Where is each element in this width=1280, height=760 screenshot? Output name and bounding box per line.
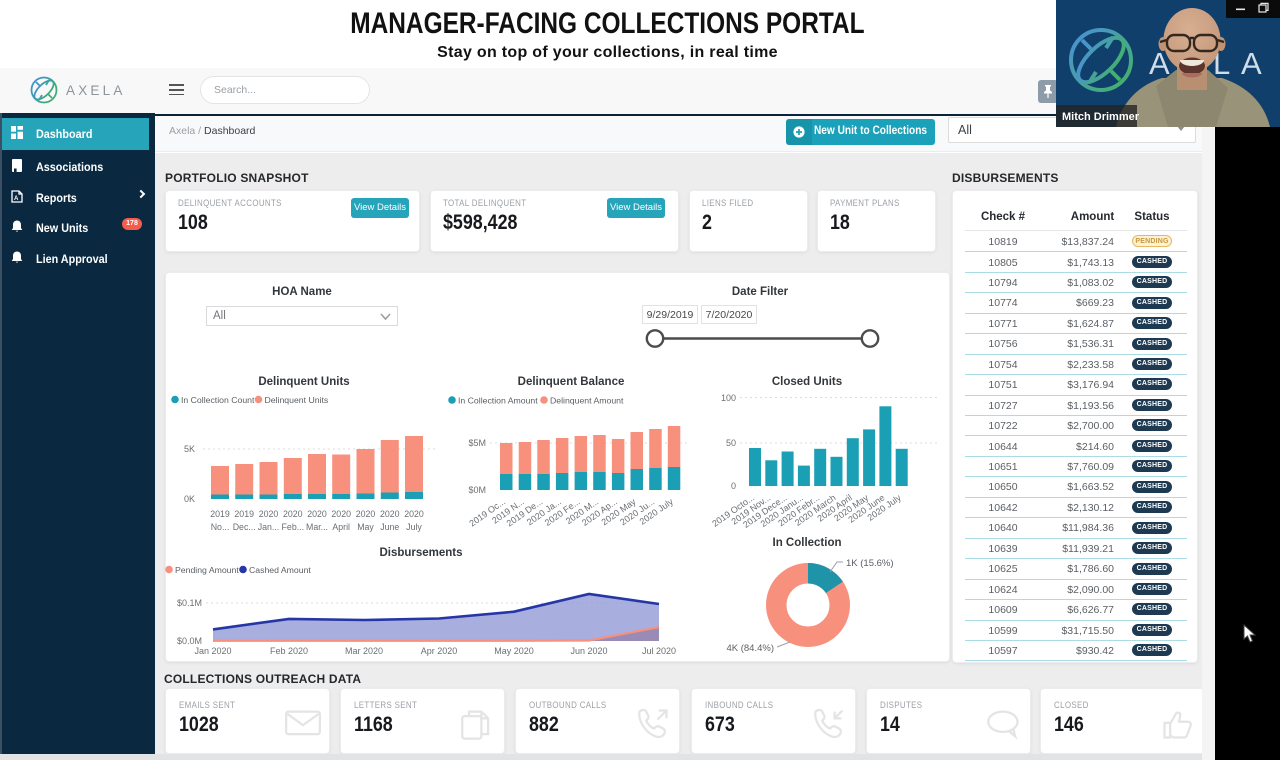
- svg-text:Mar...: Mar...: [306, 522, 328, 532]
- svg-text:0K: 0K: [184, 494, 195, 504]
- svg-text:2020: 2020: [380, 509, 400, 519]
- svg-text:2020: 2020: [283, 509, 303, 519]
- svg-text:$0.1M: $0.1M: [177, 598, 202, 608]
- svg-text:Jul 2020: Jul 2020: [642, 646, 676, 656]
- svg-text:0: 0: [731, 481, 736, 491]
- svg-text:Dec...: Dec...: [233, 522, 256, 532]
- svg-text:Delinquent Units: Delinquent Units: [265, 395, 329, 405]
- svg-text:2019: 2019: [234, 509, 254, 519]
- svg-text:50: 50: [726, 438, 736, 448]
- svg-text:In Collection Count: In Collection Count: [181, 395, 255, 405]
- svg-text:2020: 2020: [356, 509, 376, 519]
- svg-text:Delinquent Units: Delinquent Units: [258, 376, 349, 388]
- svg-text:Apr 2020: Apr 2020: [421, 646, 458, 656]
- svg-text:$5M: $5M: [468, 438, 486, 448]
- svg-text:Delinquent Amount: Delinquent Amount: [550, 396, 624, 406]
- svg-text:No...: No...: [211, 522, 230, 532]
- svg-text:2020: 2020: [404, 509, 424, 519]
- svg-text:Disbursements: Disbursements: [379, 547, 462, 559]
- svg-text:Delinquent Balance: Delinquent Balance: [518, 376, 625, 388]
- svg-text:Mar 2020: Mar 2020: [345, 646, 383, 656]
- svg-text:Jan 2020: Jan 2020: [194, 646, 231, 656]
- svg-text:2020: 2020: [331, 509, 351, 519]
- svg-text:A: A: [14, 196, 19, 202]
- svg-text:May: May: [357, 522, 374, 532]
- svg-text:5K: 5K: [184, 444, 195, 454]
- svg-text:$0M: $0M: [468, 485, 486, 495]
- svg-text:Feb...: Feb...: [282, 522, 305, 532]
- svg-text:$0.0M: $0.0M: [177, 636, 202, 646]
- svg-text:2020: 2020: [307, 509, 327, 519]
- svg-text:May 2020: May 2020: [494, 646, 534, 656]
- svg-text:2019: 2019: [210, 509, 230, 519]
- svg-text:June: June: [380, 522, 399, 532]
- svg-text:April: April: [332, 522, 350, 532]
- svg-text:July: July: [406, 522, 422, 532]
- svg-text:100: 100: [721, 393, 736, 403]
- svg-text:Mitch Drimmer: Mitch Drimmer: [1062, 111, 1140, 123]
- svg-text:Jan...: Jan...: [258, 522, 280, 532]
- svg-text:A: A: [1241, 46, 1262, 81]
- svg-text:In Collection: In Collection: [773, 537, 842, 549]
- svg-text:Closed Units: Closed Units: [772, 376, 842, 388]
- svg-text:In Collection Amount: In Collection Amount: [458, 396, 538, 406]
- svg-text:Jun 2020: Jun 2020: [570, 646, 607, 656]
- svg-text:Cashed Amount: Cashed Amount: [249, 565, 311, 575]
- svg-text:Pending Amount: Pending Amount: [175, 565, 239, 575]
- svg-text:4K (84.4%): 4K (84.4%): [726, 643, 774, 654]
- svg-text:Feb 2020: Feb 2020: [270, 646, 308, 656]
- svg-text:1K (15.6%): 1K (15.6%): [846, 558, 894, 569]
- svg-text:2020: 2020: [259, 509, 279, 519]
